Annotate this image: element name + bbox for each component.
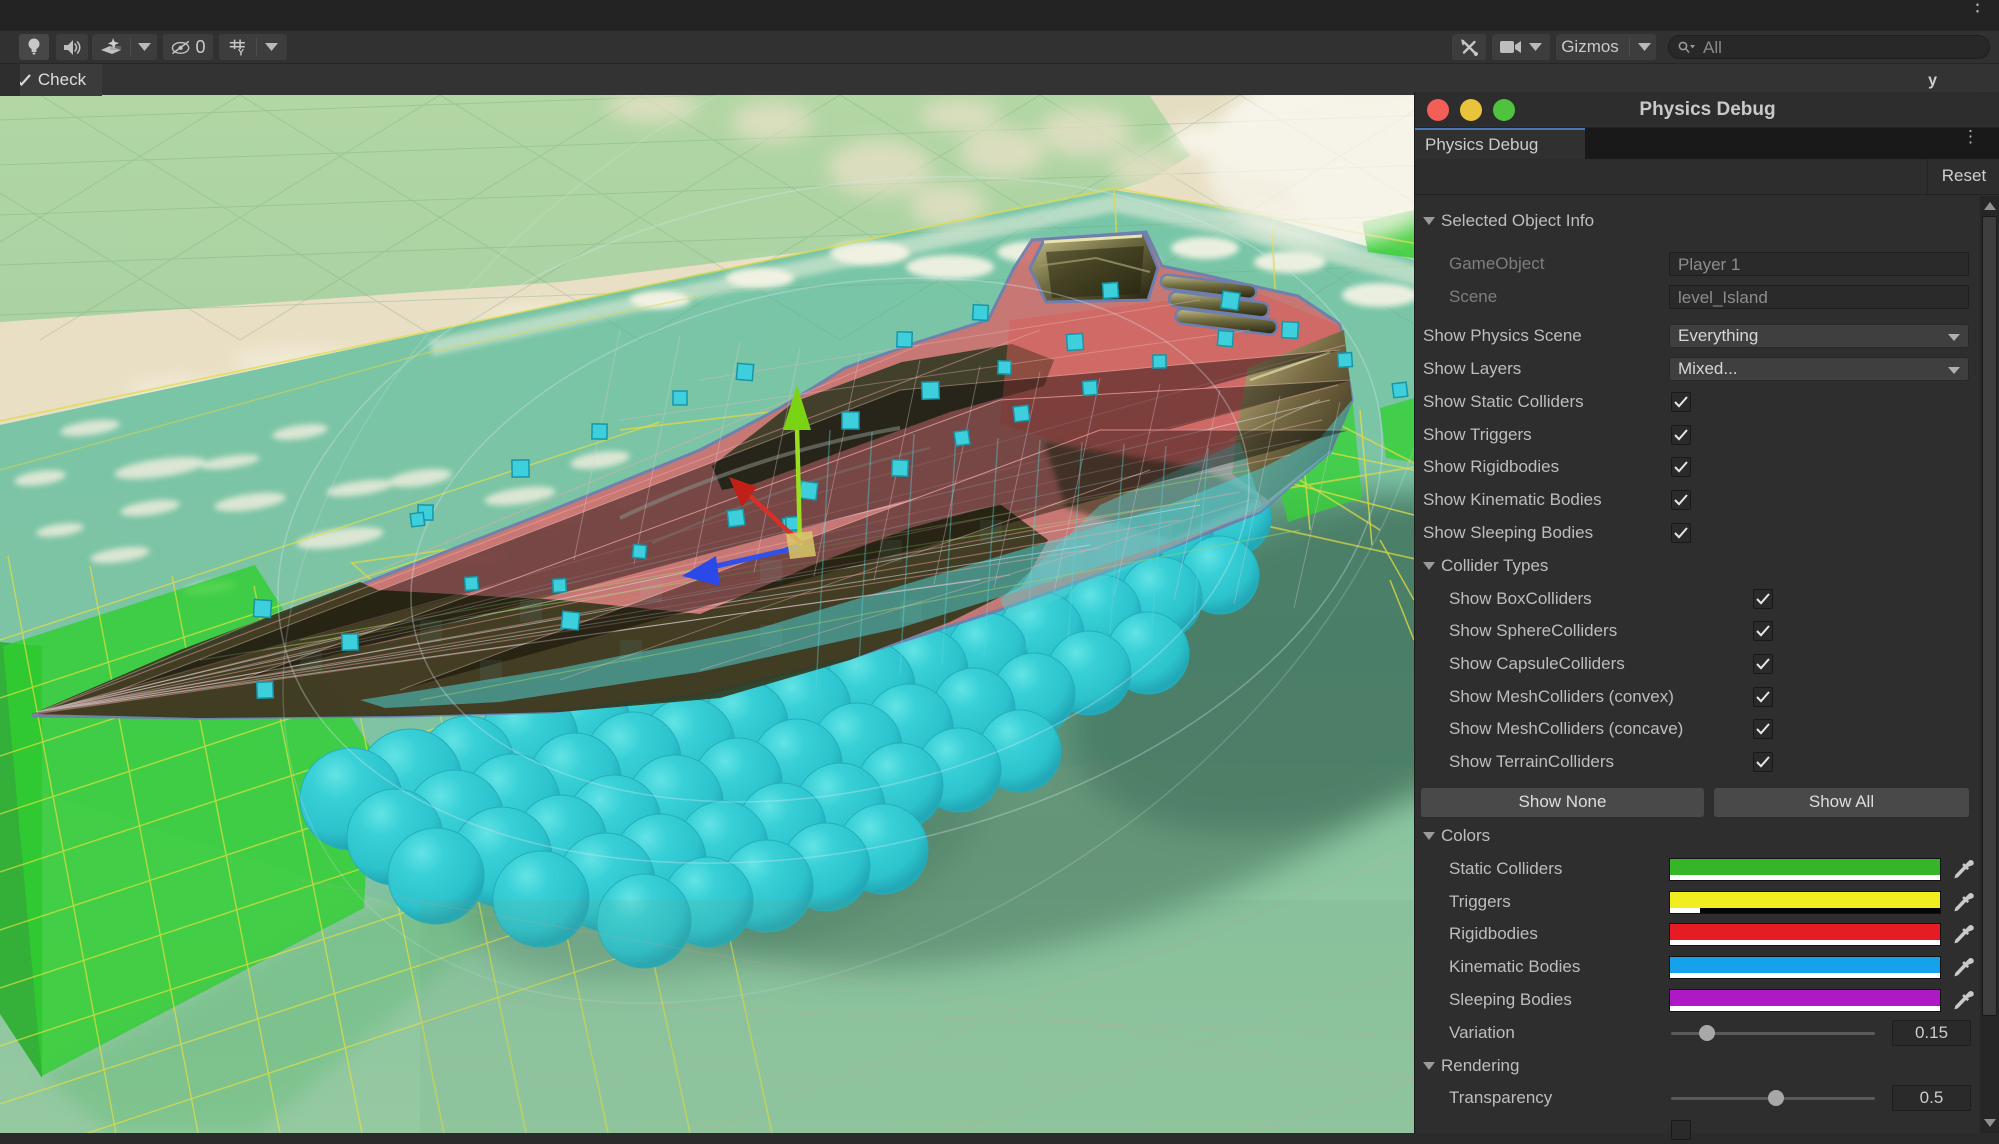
svg-text:Y: Y: [237, 47, 244, 58]
